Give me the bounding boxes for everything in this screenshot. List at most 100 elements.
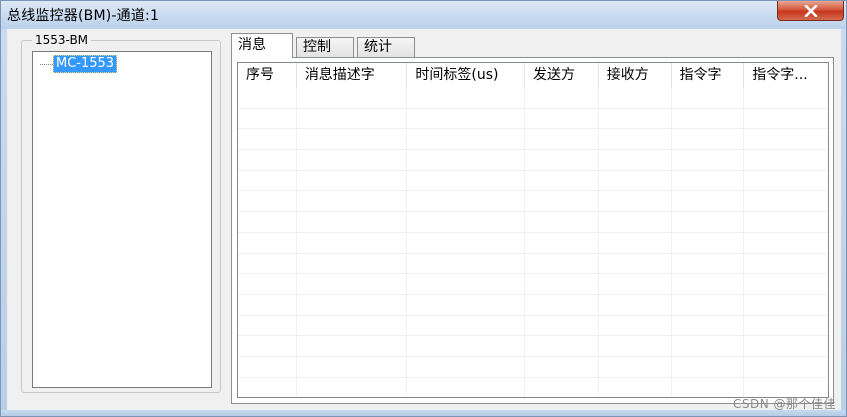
table-cell [599, 232, 672, 253]
table-cell [672, 315, 745, 336]
table-cell [525, 108, 599, 129]
table-cell [672, 294, 745, 315]
title-bar[interactable]: 总线监控器(BM)-通道:1 [1, 1, 846, 29]
table-cell [599, 212, 672, 232]
tree-connector [40, 64, 53, 65]
table-row[interactable] [238, 294, 828, 316]
tree-node-mc-1553[interactable]: MC-1553 [53, 55, 118, 73]
table-cell [407, 274, 526, 294]
table-cell [297, 274, 408, 294]
table-cell [297, 294, 408, 315]
table-cell [297, 212, 408, 232]
table-cell [407, 336, 526, 356]
message-list[interactable]: 序号 消息描述字 时间标签(us) 发送方 接收方 指令字 指令字... [237, 62, 829, 398]
table-cell [672, 191, 745, 212]
column-header-command-word-2[interactable]: 指令字... [744, 63, 828, 88]
table-cell [744, 171, 828, 191]
table-cell [407, 129, 526, 150]
table-row[interactable] [238, 88, 828, 109]
list-rows [238, 88, 828, 397]
table-cell [297, 150, 408, 170]
messages-panel: 序号 消息描述字 时间标签(us) 发送方 接收方 指令字 指令字... [231, 57, 834, 404]
tab-statistics[interactable]: 统计 [357, 37, 415, 57]
table-cell [599, 170, 672, 191]
list-header: 序号 消息描述字 时间标签(us) 发送方 接收方 指令字 指令字... [238, 63, 828, 88]
client-area: 1553-BM MC-1553 消息 控制 统计 序号 消息描述字 时间标签(u… [7, 29, 841, 412]
window-bottom-border [1, 410, 846, 416]
table-cell [672, 88, 745, 108]
table-cell [407, 212, 526, 232]
table-cell [672, 232, 745, 253]
table-cell [238, 274, 297, 294]
table-cell [407, 315, 526, 336]
table-cell [672, 170, 745, 191]
table-cell [744, 150, 828, 170]
table-cell [297, 336, 408, 356]
table-cell [407, 108, 526, 129]
table-cell [407, 377, 526, 397]
table-cell [672, 150, 745, 170]
table-cell [672, 108, 745, 129]
table-cell [672, 336, 745, 356]
table-row[interactable] [238, 232, 828, 254]
table-cell [238, 88, 297, 108]
table-cell [407, 232, 526, 253]
table-row[interactable] [238, 170, 828, 192]
table-row[interactable] [238, 336, 828, 357]
bus-monitor-window: 总线监控器(BM)-通道:1 1553-BM MC-1553 消息 控制 统计 [0, 0, 847, 417]
group-box-title: 1553-BM [32, 33, 92, 47]
table-row[interactable] [238, 356, 828, 378]
column-header-command-word[interactable]: 指令字 [671, 63, 745, 88]
table-cell [407, 356, 526, 377]
table-cell [238, 150, 297, 170]
table-row[interactable] [238, 129, 828, 151]
table-cell [525, 150, 599, 170]
table-row[interactable] [238, 315, 828, 337]
table-cell [407, 253, 526, 274]
table-row[interactable] [238, 212, 828, 233]
column-header-sender[interactable]: 发送方 [525, 63, 599, 88]
table-row[interactable] [238, 108, 828, 130]
tab-control[interactable]: 控制 [296, 37, 354, 57]
column-header-timestamp[interactable]: 时间标签(us) [407, 63, 526, 88]
table-cell [525, 212, 599, 232]
table-cell [238, 294, 297, 315]
table-cell [599, 315, 672, 336]
table-cell [297, 88, 408, 108]
column-header-receiver[interactable]: 接收方 [598, 63, 672, 88]
column-header-description[interactable]: 消息描述字 [296, 63, 408, 88]
table-cell [744, 212, 828, 232]
bm-group-box: 1553-BM MC-1553 [21, 33, 221, 393]
table-cell [525, 129, 599, 150]
tab-label: 消息 [238, 37, 266, 53]
column-header-index[interactable]: 序号 [238, 63, 297, 88]
table-cell [744, 357, 828, 377]
table-cell [297, 129, 408, 150]
table-cell [744, 254, 828, 274]
table-row[interactable] [238, 150, 828, 171]
table-cell [599, 108, 672, 129]
table-cell [672, 212, 745, 232]
table-cell [407, 150, 526, 170]
table-row[interactable] [238, 274, 828, 295]
table-cell [238, 253, 297, 274]
table-cell [297, 108, 408, 129]
tab-messages[interactable]: 消息 [231, 33, 293, 58]
table-row[interactable] [238, 253, 828, 275]
table-cell [672, 356, 745, 377]
table-cell [407, 170, 526, 191]
table-cell [238, 212, 297, 232]
table-cell [525, 253, 599, 274]
table-cell [525, 356, 599, 377]
table-row[interactable] [238, 191, 828, 213]
close-button[interactable] [777, 1, 844, 21]
table-cell [599, 150, 672, 170]
table-cell [238, 170, 297, 191]
table-cell [672, 129, 745, 150]
table-cell [744, 316, 828, 336]
table-cell [238, 336, 297, 356]
device-tree[interactable]: MC-1553 [32, 51, 212, 388]
close-icon [804, 4, 817, 17]
table-cell [407, 294, 526, 315]
table-cell [297, 356, 408, 377]
